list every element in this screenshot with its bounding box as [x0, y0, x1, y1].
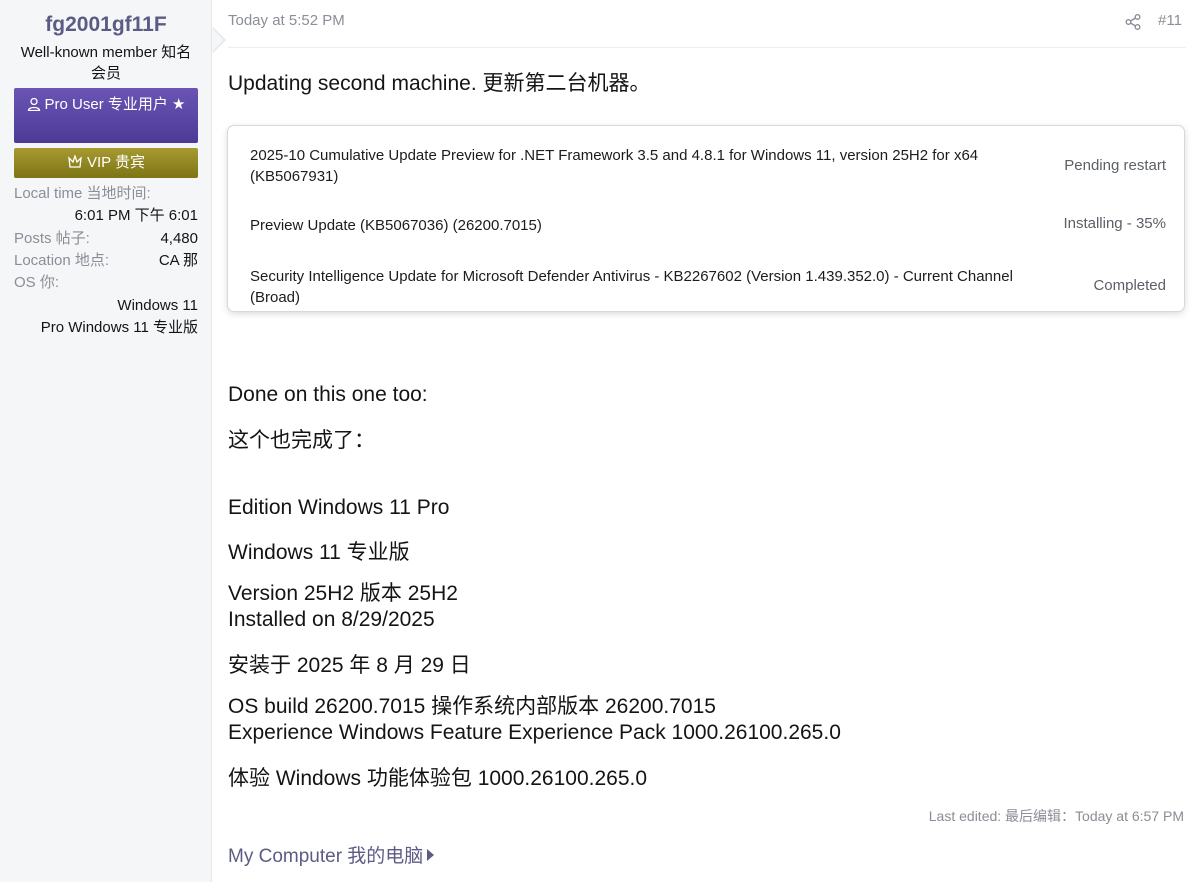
local-time-value: 6:01 PM 下午 6:01 [74, 207, 198, 224]
header-divider [228, 47, 1186, 48]
posts-label: Posts 帖子: [14, 230, 90, 247]
update-name: Security Intelligence Update for Microso… [250, 268, 1013, 306]
update-name: 2025-10 Cumulative Update Preview for .N… [250, 147, 979, 185]
posts-row: Posts 帖子: 4,480 [14, 228, 198, 250]
username-link[interactable]: fg2001gf11F [14, 13, 198, 37]
forum-post: fg2001gf11F Well-known member 知名会员 Pro U… [0, 0, 1200, 882]
my-computer-label: My Computer 我的电脑 [228, 846, 424, 867]
crown-icon [68, 153, 82, 168]
vip-banner: VIP 贵宾 [14, 148, 198, 178]
user-title: Well-known member 知名会员 [20, 44, 192, 82]
post-line: Version 25H2 版本 25H2 [228, 582, 458, 605]
os-label: OS 你: [14, 274, 60, 291]
update-name: Preview Update (KB5067036) (26200.7015) [250, 217, 542, 234]
post-line: Done on this one too: [228, 383, 428, 406]
post-line: 体验 Windows 功能体验包 1000.26100.265.0 [228, 767, 648, 790]
os-value-line1: Windows 11 [117, 297, 198, 314]
update-status: Installing - 35% [1063, 215, 1166, 232]
post-line: Experience Windows Feature Experience Pa… [228, 721, 841, 744]
posts-value[interactable]: 4,480 [160, 228, 198, 250]
vip-label: VIP 贵宾 [86, 154, 146, 171]
post-line: Edition Windows 11 Pro [228, 496, 450, 519]
location-value: CA 那 [158, 252, 198, 269]
pro-user-banner: Pro User 专业用户 ★ [14, 88, 198, 143]
update-status: Pending restart [1064, 157, 1166, 174]
local-time-label: Local time 当地时间: [14, 185, 151, 202]
post-line: Windows 11 专业版 [228, 541, 410, 564]
sidebar-pointer [212, 28, 224, 52]
post-line: OS build 26200.7015 操作系统内部版本 26200.7015 [228, 695, 716, 718]
post-line: 这个也完成了： [228, 429, 375, 452]
caret-right-icon [427, 849, 435, 861]
user-sidebar: fg2001gf11F Well-known member 知名会员 Pro U… [0, 0, 212, 882]
post-date-link[interactable]: Today at 5:52 PM [228, 12, 345, 29]
post-line: Installed on 8/29/2025 [228, 608, 435, 631]
update-status: Completed [1093, 277, 1166, 294]
post-intro: Updating second machine. 更新第二台机器。 [228, 72, 651, 95]
pro-user-label: Pro User 专业用户 ★ [44, 96, 186, 113]
last-edited-note: Last edited: 最后编辑：Today at 6:57 PM [928, 808, 1184, 824]
post-number-link[interactable]: #11 [1158, 12, 1182, 29]
post-body: Today at 5:52 PM #11 Updating second mac… [228, 0, 1186, 882]
share-icon[interactable] [1124, 13, 1142, 31]
user-icon [27, 97, 40, 112]
os-value-line2: Pro Windows 11 专业版 [40, 319, 198, 336]
location-label: Location 地点: [14, 252, 110, 269]
my-computer-toggle[interactable]: My Computer 我的电脑 [228, 841, 435, 868]
windows-update-screenshot: 2025-10 Cumulative Update Preview for .N… [228, 126, 1184, 311]
location-row: Location 地点: CA 那 [14, 250, 198, 272]
post-line: 安装于 2025 年 8 月 29 日 [228, 654, 471, 677]
